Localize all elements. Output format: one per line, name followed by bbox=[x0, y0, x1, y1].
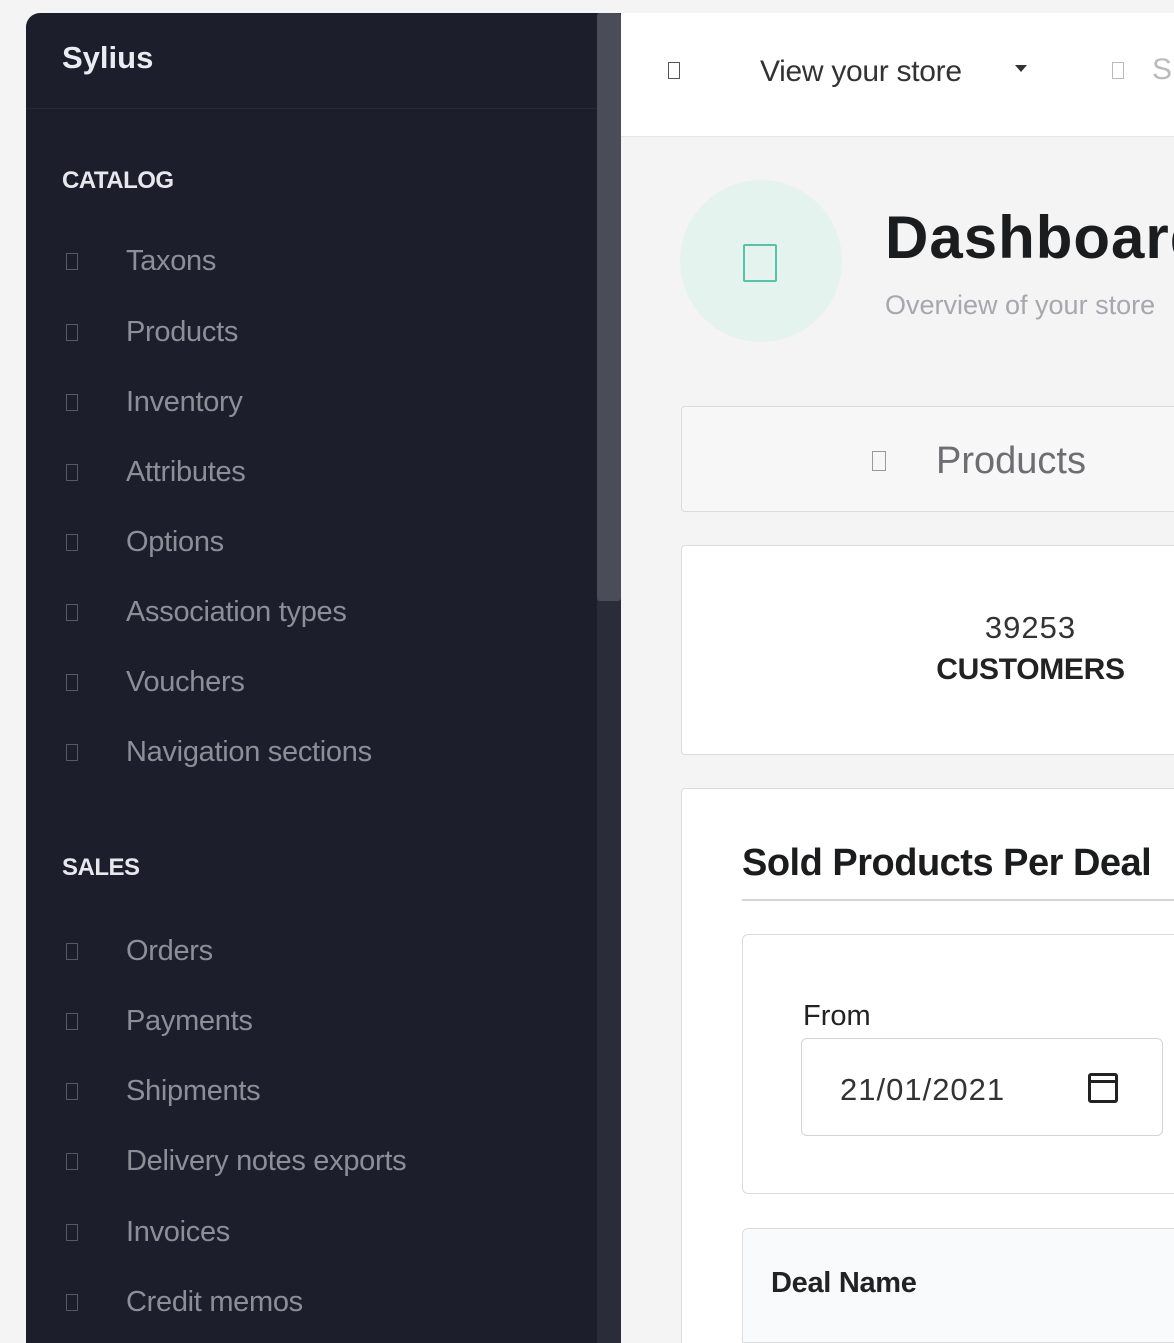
tab-label: Products bbox=[936, 440, 1086, 482]
dashboard-icon bbox=[743, 244, 777, 282]
products-tab-icon bbox=[872, 451, 886, 471]
sidebar-item-options[interactable]: Options bbox=[66, 522, 224, 562]
search-input[interactable]: S bbox=[1152, 53, 1174, 93]
sidebar-scrollbar-thumb[interactable] bbox=[597, 13, 621, 601]
calendar-icon[interactable] bbox=[1088, 1073, 1118, 1103]
sidebar-item-label: Credit memos bbox=[126, 1285, 303, 1318]
sidebar-item-label: Payments bbox=[126, 1004, 253, 1037]
delivery-notes-icon bbox=[66, 1152, 78, 1170]
invoices-icon bbox=[66, 1223, 78, 1241]
customers-count: 39253 bbox=[984, 610, 1077, 645]
sidebar-item-credit-memos[interactable]: Credit memos bbox=[66, 1282, 303, 1322]
shipments-icon bbox=[66, 1082, 78, 1100]
menu-toggle-icon[interactable] bbox=[668, 62, 680, 79]
sidebar-item-inventory[interactable]: Inventory bbox=[66, 382, 243, 422]
deals-table-header: Deal Name bbox=[742, 1228, 1174, 1343]
payments-icon bbox=[66, 1012, 78, 1030]
navigation-sections-icon bbox=[66, 743, 78, 761]
sidebar-item-label: Orders bbox=[126, 934, 213, 967]
sidebar-item-attributes[interactable]: Attributes bbox=[66, 452, 246, 492]
sidebar-item-label: Products bbox=[126, 315, 239, 348]
from-label: From bbox=[803, 1000, 871, 1032]
section-title-sales: SALES bbox=[62, 854, 140, 881]
stats-card: 39253 CUSTOMERS bbox=[681, 545, 1174, 755]
sidebar-item-orders[interactable]: Orders bbox=[66, 931, 213, 971]
deals-title: Sold Products Per Deal bbox=[742, 842, 1152, 884]
topbar: View your store S bbox=[621, 13, 1174, 137]
sidebar-item-products[interactable]: Products bbox=[66, 312, 238, 352]
attributes-icon bbox=[66, 463, 78, 481]
page-title: Dashboard bbox=[885, 204, 1174, 271]
search-icon[interactable] bbox=[1112, 62, 1124, 79]
sidebar-item-association-types[interactable]: Association types bbox=[66, 592, 347, 632]
association-types-icon bbox=[66, 603, 78, 621]
sidebar-item-label: Options bbox=[126, 525, 224, 558]
page-subtitle: Overview of your store bbox=[885, 290, 1156, 320]
caret-down-icon[interactable] bbox=[1015, 65, 1027, 72]
sidebar-item-delivery-notes-exports[interactable]: Delivery notes exports bbox=[66, 1141, 407, 1181]
vouchers-icon bbox=[66, 673, 78, 691]
sidebar-item-invoices[interactable]: Invoices bbox=[66, 1212, 230, 1252]
sidebar-item-taxons[interactable]: Taxons bbox=[66, 241, 216, 281]
orders-icon bbox=[66, 942, 78, 960]
tab-products[interactable]: Products bbox=[681, 406, 1174, 512]
credit-memos-icon bbox=[66, 1293, 78, 1311]
brand-logo[interactable]: Sylius bbox=[26, 13, 621, 109]
section-title-catalog: CATALOG bbox=[62, 167, 174, 194]
from-date-value: 21/01/2021 bbox=[840, 1072, 1006, 1107]
customers-label: CUSTOMERS bbox=[936, 653, 1125, 686]
deals-divider bbox=[742, 899, 1174, 901]
taxons-icon bbox=[66, 252, 78, 270]
sidebar-scrollbar[interactable] bbox=[597, 13, 621, 1343]
sidebar-item-label: Shipments bbox=[126, 1074, 261, 1107]
sidebar-item-label: Delivery notes exports bbox=[126, 1144, 407, 1177]
sidebar-item-navigation-sections[interactable]: Navigation sections bbox=[66, 732, 372, 772]
dashboard-header-icon-circle bbox=[680, 180, 842, 342]
options-icon bbox=[66, 533, 78, 551]
sidebar-item-label: Vouchers bbox=[126, 665, 245, 698]
sidebar-item-payments[interactable]: Payments bbox=[66, 1001, 253, 1041]
column-header-deal-name[interactable]: Deal Name bbox=[771, 1267, 917, 1300]
view-store-dropdown[interactable]: View your store bbox=[760, 55, 962, 89]
inventory-icon bbox=[66, 393, 78, 411]
sidebar-item-label: Navigation sections bbox=[126, 735, 372, 768]
from-date-input[interactable]: 21/01/2021 bbox=[801, 1038, 1163, 1136]
sidebar-item-label: Association types bbox=[126, 595, 347, 628]
sidebar-item-label: Invoices bbox=[126, 1215, 230, 1248]
sidebar-item-vouchers[interactable]: Vouchers bbox=[66, 662, 245, 702]
products-icon bbox=[66, 323, 78, 341]
sidebar-item-label: Inventory bbox=[126, 385, 243, 418]
sidebar-item-label: Attributes bbox=[126, 455, 246, 488]
sidebar-item-label: Taxons bbox=[126, 244, 217, 277]
sidebar: Sylius CATALOG Taxons Products Inventory… bbox=[26, 13, 621, 1343]
sidebar-item-shipments[interactable]: Shipments bbox=[66, 1071, 261, 1111]
